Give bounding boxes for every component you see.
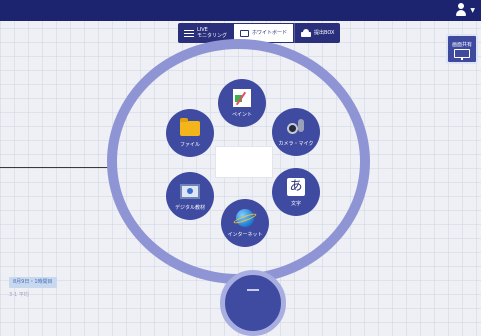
text-button[interactable]: あ 文字 <box>272 168 320 216</box>
text-label: 文字 <box>290 201 301 207</box>
lesson-date-badge: 8月9日・1時間目 <box>9 277 57 288</box>
submit-box-icon <box>301 29 312 37</box>
whiteboard-icon <box>240 29 250 37</box>
screen-share-label: 画面共有 <box>451 42 472 48</box>
paint-button[interactable]: ペイント <box>218 79 266 127</box>
camera-mic-icon <box>287 118 305 136</box>
user-icon <box>455 3 467 17</box>
paint-label: ペイント <box>231 112 252 118</box>
center-preview[interactable] <box>215 146 273 178</box>
digital-material-icon <box>180 183 200 199</box>
digital-material-button[interactable]: デジタル教材 <box>166 172 214 220</box>
user-menu[interactable]: ▼ <box>455 3 475 17</box>
bottom-menu-handle[interactable] <box>220 270 286 336</box>
top-bar: ▼ <box>0 0 481 21</box>
class-info-text: 3-1 平均 <box>9 292 29 298</box>
handle-bar-icon <box>247 289 259 291</box>
text-icon: あ <box>287 178 305 196</box>
screen-share-button[interactable]: 画面共有 <box>446 34 478 64</box>
paint-icon <box>233 89 251 107</box>
internet-button[interactable]: インターネット <box>221 199 269 247</box>
callout-line <box>0 167 114 168</box>
tab-label: ホワイトボード <box>252 30 288 36</box>
camera-mic-button[interactable]: カメラ・マイク <box>272 108 320 156</box>
folder-icon <box>180 117 200 136</box>
digital-material-label: デジタル教材 <box>175 205 205 211</box>
file-label: ファイル <box>179 142 200 148</box>
screen-share-icon <box>454 49 470 60</box>
tab-submit-box[interactable]: 提出BOX <box>294 23 340 43</box>
camera-mic-label: カメラ・マイク <box>278 141 314 147</box>
globe-icon <box>236 209 254 227</box>
internet-label: インターネット <box>227 232 263 238</box>
monitoring-icon <box>184 29 194 37</box>
tab-label: LIVE モニタリング <box>197 27 228 39</box>
file-button[interactable]: ファイル <box>166 109 214 157</box>
chevron-down-icon: ▼ <box>470 6 475 14</box>
tab-label: 提出BOX <box>314 30 335 36</box>
